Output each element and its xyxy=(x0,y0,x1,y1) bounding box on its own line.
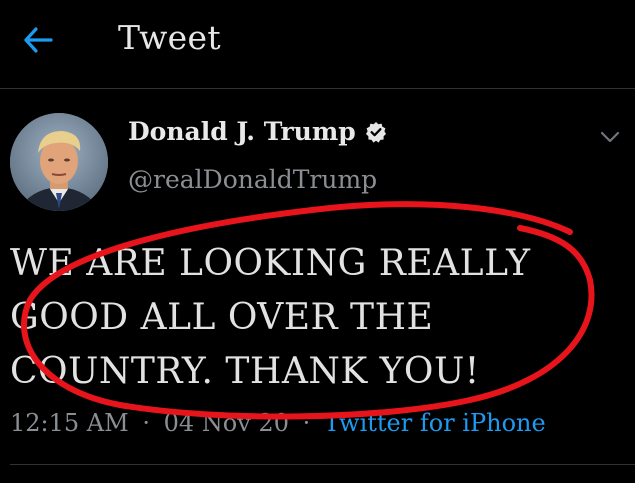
divider xyxy=(10,464,635,465)
tweet-text: WE ARE LOOKING REALLY GOOD ALL OVER THE … xyxy=(10,237,610,399)
meta-separator: · xyxy=(142,409,150,437)
tweet-card: Donald J. Trump @realDonaldTrump WE ARE … xyxy=(0,89,635,483)
chevron-down-icon xyxy=(600,131,620,143)
author-handle[interactable]: @realDonaldTrump xyxy=(128,165,377,194)
verified-badge-icon xyxy=(365,121,387,143)
tweet-source-link[interactable]: Twitter for iPhone xyxy=(324,409,546,437)
tweet-text-line: WE ARE LOOKING REALLY xyxy=(10,243,531,284)
author-name-row[interactable]: Donald J. Trump xyxy=(128,117,387,146)
back-button[interactable] xyxy=(18,20,58,60)
more-options-button[interactable] xyxy=(598,127,622,147)
page-title: Tweet xyxy=(118,18,221,57)
tweet-meta: 12:15 AM · 04 Nov 20 · Twitter for iPhon… xyxy=(10,409,546,437)
profile-photo-image xyxy=(10,113,108,211)
top-bar: Tweet xyxy=(0,0,635,89)
meta-separator: · xyxy=(302,409,311,437)
tweet-date[interactable]: 04 Nov 20 xyxy=(164,409,289,437)
avatar[interactable] xyxy=(10,113,108,211)
tweet-text-line: COUNTRY. THANK YOU! xyxy=(10,351,480,392)
arrow-left-icon xyxy=(24,27,53,53)
author-display-name[interactable]: Donald J. Trump xyxy=(128,117,356,146)
tweet-time[interactable]: 12:15 AM xyxy=(10,409,129,437)
tweet-text-line: GOOD ALL OVER THE xyxy=(10,297,434,338)
